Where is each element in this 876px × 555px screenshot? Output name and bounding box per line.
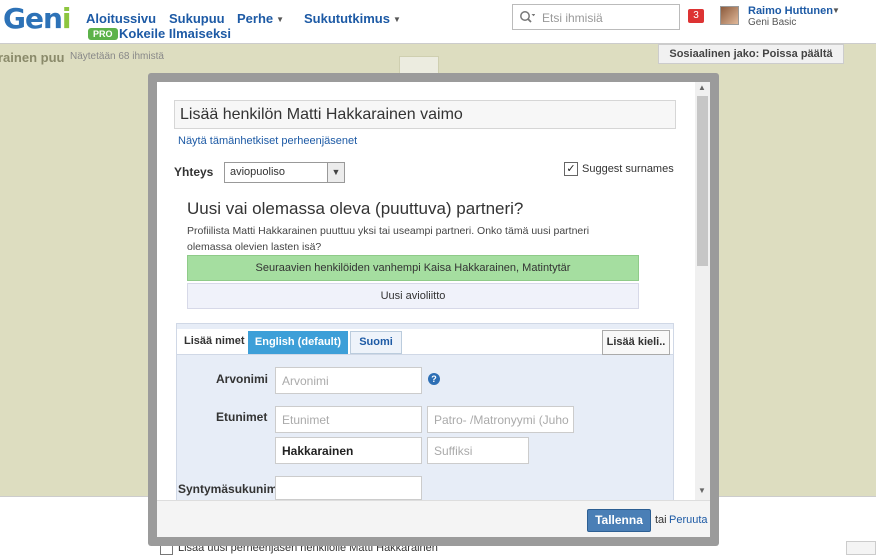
avatar[interactable]	[720, 6, 739, 25]
partner-question-heading: Uusi vai olemassa oleva (puuttuva) partn…	[187, 199, 524, 218]
relation-select-value: aviopuoliso	[230, 166, 286, 178]
nav-sukututkimus-label: Sukututkimus	[304, 11, 390, 26]
first-names-input[interactable]: Etunimet	[275, 406, 422, 433]
pro-badge: PRO	[88, 28, 118, 40]
chevron-down-icon[interactable]: ▼	[832, 6, 840, 15]
chevron-up-icon[interactable]: ▲	[698, 83, 706, 92]
patronym-input[interactable]: Patro- /Matronyymi (Juho	[427, 406, 574, 433]
nav-sukututkimus[interactable]: Sukututkimus ▼	[304, 11, 401, 26]
geni-logo[interactable]: Geni	[3, 2, 71, 35]
suffix-input[interactable]: Suffiksi	[427, 437, 529, 464]
nav-sukupuu[interactable]: Sukupuu	[169, 11, 225, 26]
help-icon[interactable]: ?	[428, 373, 440, 385]
existing-partner-option[interactable]: Seuraavien henkilöiden vanhempi Kaisa Ha…	[187, 255, 639, 281]
add-language-button[interactable]: Lisää kieli..	[602, 330, 670, 355]
people-count: Näytetään 68 ihmistä	[70, 51, 164, 62]
user-name-link[interactable]: Raimo Huttunen	[748, 5, 833, 17]
nav-perhe-label: Perhe	[237, 11, 274, 26]
dialog-scrollbar[interactable]: ▲ ▼	[695, 82, 710, 500]
relation-label: Yhteys	[174, 165, 214, 179]
relation-select[interactable]: aviopuoliso ▼	[224, 162, 345, 183]
search-placeholder: Etsi ihmisiä	[542, 11, 603, 25]
dialog-title: Lisää henkilön Matti Hakkarainen vaimo	[174, 100, 676, 129]
page-title: rainen puu	[0, 50, 65, 65]
first-names-label: Etunimet	[216, 410, 268, 424]
last-name-input[interactable]: Hakkarainen	[275, 437, 422, 464]
suggest-surnames-checkbox[interactable]: ✓	[564, 162, 578, 176]
search-icon	[519, 10, 536, 27]
social-share-button[interactable]: Sosiaalinen jako: Poissa päältä	[658, 44, 844, 64]
chevron-down-icon: ▼	[327, 163, 344, 182]
corner-widget[interactable]	[846, 541, 876, 555]
partner-description: Profiilista Matti Hakkarainen puuttuu yk…	[187, 225, 590, 253]
save-button[interactable]: Tallenna	[587, 509, 651, 532]
birth-surname-label: Syntymäsukunimi	[178, 482, 281, 496]
user-plan-label: Geni Basic	[748, 17, 797, 28]
scrollbar-thumb[interactable]	[697, 96, 708, 266]
show-family-link[interactable]: Näytä tämänhetkiset perheenjäsenet	[178, 135, 357, 147]
tree-node-placeholder	[399, 56, 439, 74]
cancel-link[interactable]: Peruuta	[669, 514, 708, 526]
title-input[interactable]: Arvonimi	[275, 367, 422, 394]
nav-perhe[interactable]: Perhe ▼	[237, 11, 284, 26]
chevron-down-icon: ▼	[392, 15, 401, 25]
nav-aloitussivu[interactable]: Aloitussivu	[86, 11, 156, 26]
tab-suomi[interactable]: Suomi	[350, 331, 402, 354]
chevron-down-icon: ▼	[276, 15, 285, 25]
birth-surname-input[interactable]	[275, 476, 422, 500]
title-field-label: Arvonimi	[216, 372, 269, 386]
tab-english[interactable]: English (default)	[248, 331, 348, 354]
add-names-label: Lisää nimet	[184, 335, 245, 347]
search-input[interactable]: Etsi ihmisiä	[512, 4, 680, 30]
chevron-down-icon[interactable]: ▼	[698, 486, 706, 495]
notification-badge[interactable]: 3	[688, 9, 704, 23]
new-marriage-option[interactable]: Uusi avioliitto	[187, 283, 639, 309]
or-text: tai	[655, 514, 667, 526]
suggest-surnames-label: Suggest surnames	[582, 163, 674, 175]
try-free-link[interactable]: Kokeile Ilmaiseksi	[119, 26, 231, 41]
